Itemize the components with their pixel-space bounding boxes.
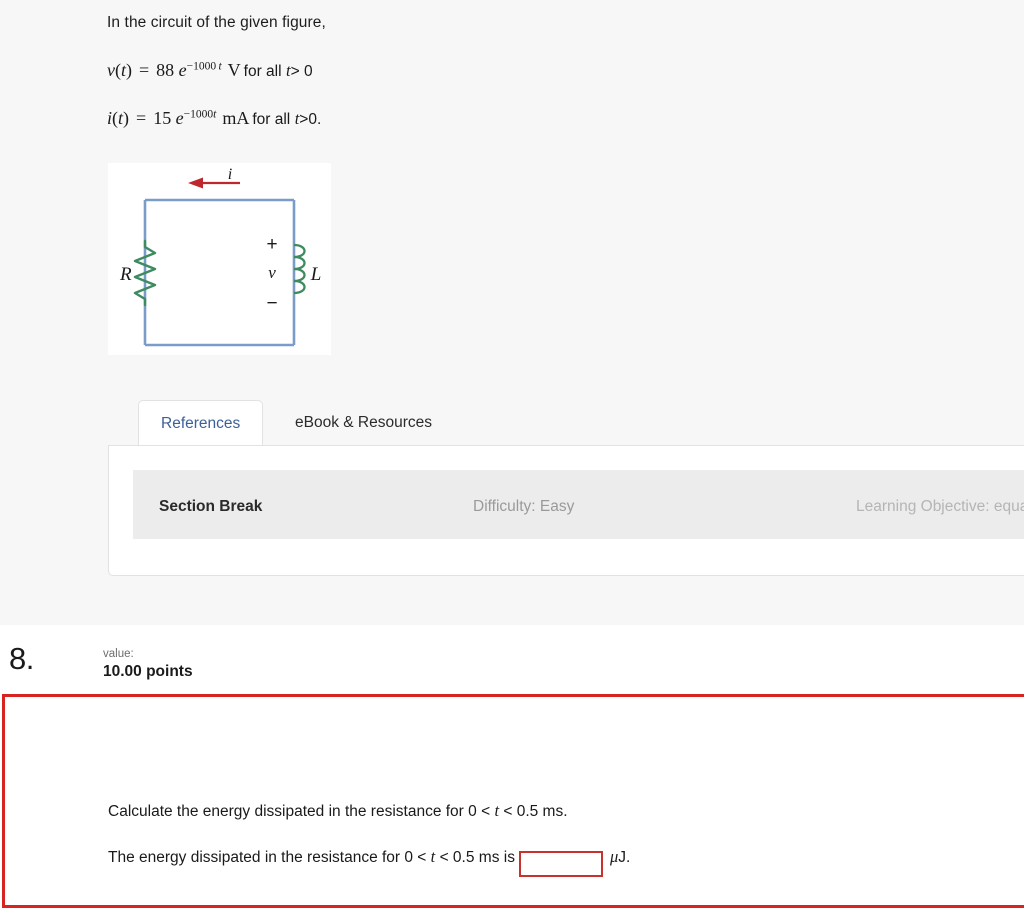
circuit-diagram-svg: i R L + v − [119,166,322,347]
metadata-section-break: Section Break [159,498,263,515]
inductor-symbol [293,243,306,295]
metadata-strip: Section Break Difficulty: Easy Learning … [133,470,1024,539]
equation-voltage-exponent: −1000 t [186,60,222,73]
equation-voltage-base: e [178,60,187,80]
question-prompt-before: Calculate the energy dissipated in the r… [108,803,495,820]
question-answer-line: The energy dissipated in the resistance … [108,847,630,877]
equation-current-coefficient: 15 [153,108,172,128]
voltage-label: v [268,263,276,282]
metadata-difficulty: Difficulty: Easy [473,498,575,515]
equation-current-base: e [175,108,184,128]
equation-voltage-equals: = [139,60,150,80]
equation-voltage-condition-rest: > 0 [290,63,313,80]
answer-unit-joule: J. [618,849,631,866]
equation-current-condition: for all [252,111,291,128]
tab-ebook-and-resources[interactable]: eBook & Resources [273,400,454,446]
equation-voltage-coefficient: 88 [156,60,175,80]
current-label: i [228,166,232,183]
question-answer-box: Calculate the energy dissipated in the r… [2,694,1024,908]
question-value-label: value: [103,648,134,660]
question-stem-section: In the circuit of the given figure, v(t)… [0,0,1024,625]
polarity-plus-label: + [266,234,277,255]
equation-current: i(t) = 15 e−1000t mA for all t>0. [107,108,322,128]
answer-input[interactable] [518,851,603,877]
answer-text-before: The energy dissipated in the resistance … [108,849,431,866]
equation-voltage: v(t) = 88 e−1000 t Vfor all t> 0 [107,60,313,80]
equation-current-condition-rest: >0. [299,111,322,128]
equation-current-unit: mA [222,108,250,128]
tab-strip: References eBook & Resources [108,400,1024,446]
question-prompt-after: < 0.5 ms. [499,803,568,820]
polarity-minus-label: − [266,293,277,314]
question-number: 8. [9,641,34,676]
equation-voltage-unit: V [227,60,241,80]
metadata-learning-objective: Learning Objective: equations. [856,498,1024,515]
equation-current-exponent: −1000t [183,108,217,121]
inductor-label: L [310,264,322,285]
answer-unit-micro: μ [609,847,619,866]
tab-references[interactable]: References [138,400,264,446]
circuit-figure: i R L + v − [108,163,331,355]
question-prompt: Calculate the energy dissipated in the r… [108,801,568,821]
equation-voltage-condition: for all [243,63,282,80]
equation-current-equals: = [136,108,147,128]
equation-voltage-lhs-var: v [107,60,115,80]
resistor-label: R [119,264,132,285]
stem-text: In the circuit of the given figure, [107,14,326,31]
question-header: 8. value: 10.00 points [0,625,1024,695]
tab-panel-references: Section Break Difficulty: Easy Learning … [108,445,1024,576]
answer-text-after: < 0.5 ms is [435,849,515,866]
question-points: 10.00 points [103,663,193,680]
